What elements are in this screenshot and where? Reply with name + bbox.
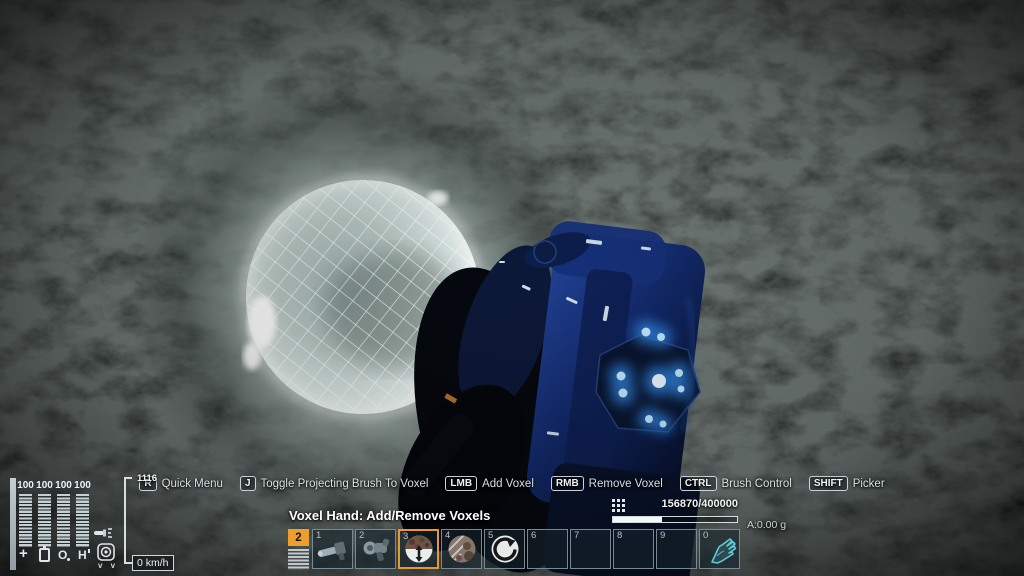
toolbar-page-indicator[interactable]: 2 bbox=[288, 529, 309, 546]
toolbar-slot[interactable]: 2 bbox=[355, 529, 396, 569]
key-lmb: LMB bbox=[445, 476, 477, 491]
toolbar-pages-icon bbox=[288, 549, 309, 570]
hand-drill-icon bbox=[316, 532, 350, 566]
angle-grinder-icon bbox=[359, 532, 393, 566]
toolbar-slot[interactable]: 7 bbox=[570, 529, 611, 569]
energy-bar bbox=[38, 494, 51, 547]
toolbar-slot[interactable]: 5 bbox=[484, 529, 525, 569]
oxygen-bar bbox=[57, 494, 70, 547]
toolbar-slot[interactable]: 8 bbox=[613, 529, 654, 569]
oxygen-icon: O bbox=[58, 548, 67, 562]
game-viewport: R Quick Menu J Toggle Projecting Brush T… bbox=[0, 0, 1024, 576]
health-stat: 100 bbox=[16, 480, 35, 547]
gravity-readout: A:0.00 g bbox=[747, 519, 786, 531]
oxygen-value: 100 bbox=[54, 480, 73, 491]
key-j: J bbox=[240, 476, 256, 491]
hint-label: Remove Voxel bbox=[589, 478, 663, 490]
key-ctrl: CTRL bbox=[680, 476, 717, 491]
energy-battery-icon bbox=[39, 548, 50, 562]
voxel-paint-sphere-icon bbox=[445, 532, 479, 566]
health-icon: + bbox=[19, 545, 28, 562]
voxel-progress-fill bbox=[613, 517, 662, 522]
hint-label: Picker bbox=[853, 478, 885, 490]
voxel-progress-bar bbox=[612, 516, 738, 523]
hint-remove-voxel: RMB Remove Voxel bbox=[551, 476, 663, 491]
tool-status-label: Voxel Hand: Add/Remove Voxels bbox=[289, 508, 490, 523]
voxel-revert-icon bbox=[488, 532, 522, 566]
health-value: 100 bbox=[16, 480, 35, 491]
key-shift: SHIFT bbox=[809, 476, 848, 491]
hint-label: Quick Menu bbox=[162, 478, 223, 490]
toolbar-slot[interactable]: 3 bbox=[398, 529, 439, 569]
altitude-bar bbox=[124, 477, 131, 564]
dampeners-indicator: v v bbox=[98, 561, 118, 570]
hint-label: Add Voxel bbox=[482, 478, 534, 490]
health-bar bbox=[19, 494, 32, 547]
hint-toggle-brush: J Toggle Projecting Brush To Voxel bbox=[240, 476, 428, 491]
hint-label: Toggle Projecting Brush To Voxel bbox=[261, 478, 429, 490]
key-rmb: RMB bbox=[551, 476, 584, 491]
speed-readout: 0 km/h bbox=[132, 555, 174, 571]
hydrogen-icon: H bbox=[78, 548, 87, 562]
hydrogen-bar bbox=[76, 494, 89, 547]
hydrogen-stat: 100 bbox=[73, 480, 92, 547]
hydrogen-value: 100 bbox=[73, 480, 92, 491]
jetpack-icon bbox=[97, 543, 115, 561]
energy-stat: 100 bbox=[35, 480, 54, 547]
toolbar: 1 2 3 bbox=[312, 529, 740, 569]
hint-add-voxel: LMB Add Voxel bbox=[445, 476, 533, 491]
voxel-counter: 156870/400000 bbox=[612, 498, 738, 510]
hint-label: Brush Control bbox=[722, 478, 792, 490]
toolbar-slot[interactable]: 1 bbox=[312, 529, 353, 569]
toolbar-slot[interactable]: 0 bbox=[699, 529, 740, 569]
altitude-value: 1116 bbox=[137, 473, 157, 484]
flashlight-icon bbox=[93, 527, 113, 539]
hint-brush-control: CTRL Brush Control bbox=[680, 476, 792, 491]
hint-picker: SHIFT Picker bbox=[809, 476, 885, 491]
oxygen-stat: 100 bbox=[54, 480, 73, 547]
voxel-add-remove-sphere-icon bbox=[402, 532, 436, 566]
empty-hand-glove-icon bbox=[703, 532, 737, 566]
toolbar-slot[interactable]: 6 bbox=[527, 529, 568, 569]
energy-value: 100 bbox=[35, 480, 54, 491]
toolbar-slot[interactable]: 9 bbox=[656, 529, 697, 569]
toolbar-slot[interactable]: 4 bbox=[441, 529, 482, 569]
